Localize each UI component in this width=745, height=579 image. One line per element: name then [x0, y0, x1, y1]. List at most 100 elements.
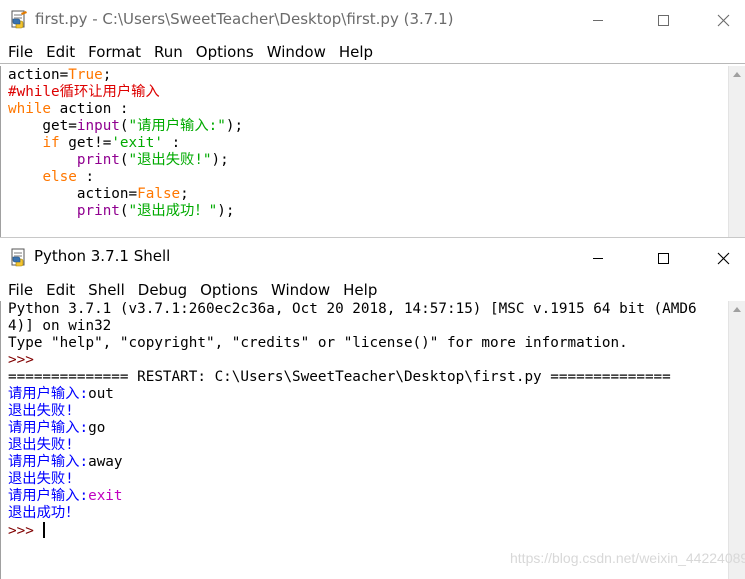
shell-line: 4)] on win32: [8, 318, 745, 335]
text-segment: print: [76, 152, 120, 168]
shell-line: 退出失败!: [8, 437, 745, 454]
shell-menu-file[interactable]: File: [3, 278, 41, 302]
shell-scrollbar[interactable]: [728, 301, 745, 579]
shell-line: 退出失败!: [8, 471, 745, 488]
shell-line: Type "help", "copyright", "credits" or "…: [8, 335, 745, 352]
text-segment: ;: [180, 186, 189, 202]
text-segment: :: [162, 135, 181, 151]
code-line: action=False;: [8, 186, 745, 203]
editor-scrollbar[interactable]: [728, 66, 745, 237]
shell-menu-debug[interactable]: Debug: [133, 278, 195, 302]
editor-menu-format[interactable]: Format: [83, 40, 149, 64]
shell-line: 退出成功！: [8, 505, 745, 522]
text-segment: 请用户输入:: [8, 454, 89, 470]
text-segment: Type "help", "copyright", "credits" or "…: [8, 335, 628, 351]
text-segment: #while循环让用户输入: [8, 84, 160, 100]
shell-close-button[interactable]: [700, 238, 745, 278]
editor-maximize-button[interactable]: [640, 0, 686, 40]
shell-line: Python 3.7.1 (v3.7.1:260ec2c36a, Oct 20 …: [8, 301, 745, 318]
editor-window: first.py - C:\Users\SweetTeacher\Desktop…: [0, 0, 745, 237]
text-segment: out: [88, 386, 114, 402]
shell-menu-edit[interactable]: Edit: [41, 278, 83, 302]
editor-code-area[interactable]: action=True; #while循环让用户输入 while action : …: [0, 66, 745, 237]
shell-maximize-button[interactable]: [640, 238, 686, 278]
code-line: while action :: [8, 101, 745, 118]
code-line: else :: [8, 169, 745, 186]
text-segment: >>>: [8, 352, 43, 368]
maximize-icon: [657, 14, 669, 26]
text-segment: (: [119, 152, 129, 168]
shell-line: 请用户输入:go: [8, 420, 745, 437]
shell-line: 请用户输入:exit: [8, 488, 745, 505]
text-segment: (: [119, 118, 129, 134]
shell-titlebar[interactable]: Python 3.7.1 Shell: [0, 238, 745, 278]
editor-menu-run[interactable]: Run: [149, 40, 191, 64]
text-segment: False: [137, 186, 181, 202]
text-segment: [8, 152, 77, 168]
text-segment: [8, 203, 77, 219]
shell-menu-window[interactable]: Window: [266, 278, 338, 302]
text-segment: 退出成功！: [8, 505, 80, 521]
text-segment: 退出失败!: [8, 471, 74, 487]
shell-line: >>>: [8, 522, 745, 539]
editor-menu-file[interactable]: File: [3, 40, 41, 64]
shell-menu-help[interactable]: Help: [338, 278, 385, 302]
shell-menu-shell[interactable]: Shell: [83, 278, 133, 302]
text-segment: action :: [51, 101, 129, 117]
editor-title: first.py - C:\Users\SweetTeacher\Desktop…: [35, 10, 454, 28]
editor-close-button[interactable]: [700, 0, 745, 40]
watermark-text: https://blog.csdn.net/weixin_44224089: [510, 550, 745, 566]
text-segment: exit: [88, 488, 123, 504]
text-segment: );: [211, 152, 229, 168]
minimize-icon: [593, 19, 603, 21]
code-line: #while循环让用户输入: [8, 84, 745, 101]
close-icon: [717, 14, 729, 26]
text-segment: [8, 135, 42, 151]
editor-menu-options[interactable]: Options: [191, 40, 262, 64]
shell-title: Python 3.7.1 Shell: [34, 247, 171, 265]
scroll-up-arrow-icon[interactable]: [733, 72, 741, 77]
code-line: action=True;: [8, 67, 745, 84]
text-segment: Python 3.7.1 (v3.7.1:260ec2c36a, Oct 20 …: [8, 301, 697, 317]
text-segment: >>>: [8, 523, 43, 539]
code-line: get=input("请用户输入:");: [8, 118, 745, 135]
text-segment: go: [88, 420, 106, 436]
text-segment: away: [88, 454, 123, 470]
close-icon: [717, 252, 729, 264]
text-segment: action=: [8, 186, 138, 202]
text-segment: "退出成功！": [128, 203, 218, 219]
shell-menu-options[interactable]: Options: [195, 278, 266, 302]
text-cursor: [43, 522, 46, 538]
editor-minimize-button[interactable]: [575, 0, 621, 40]
text-segment: if: [42, 135, 60, 151]
text-segment: "请用户输入:": [128, 118, 226, 134]
text-segment: input: [76, 118, 120, 134]
python-shell-icon: [11, 248, 25, 267]
text-segment: while: [8, 101, 52, 117]
text-segment: [8, 169, 42, 185]
shell-line: 退出失败!: [8, 403, 745, 420]
maximize-icon: [657, 252, 669, 264]
text-segment: get=: [8, 118, 77, 134]
editor-titlebar[interactable]: first.py - C:\Users\SweetTeacher\Desktop…: [0, 0, 745, 40]
shell-minimize-button[interactable]: [575, 238, 621, 278]
text-segment: 请用户输入:: [8, 386, 89, 402]
text-segment: "退出失败!": [128, 152, 212, 168]
text-segment: get!=: [59, 135, 112, 151]
shell-output-area[interactable]: Python 3.7.1 (v3.7.1:260ec2c36a, Oct 20 …: [0, 301, 745, 579]
text-segment: );: [217, 203, 235, 219]
editor-menu-edit[interactable]: Edit: [41, 40, 83, 64]
text-segment: ;: [102, 67, 112, 83]
text-segment: 4)] on win32: [8, 318, 112, 334]
scroll-up-arrow-icon[interactable]: [733, 307, 741, 312]
text-segment: ============== RESTART: C:\Users\SweetTe…: [8, 369, 671, 385]
editor-menu-window[interactable]: Window: [262, 40, 334, 64]
shell-line: ============== RESTART: C:\Users\SweetTe…: [8, 369, 745, 386]
text-segment: );: [225, 118, 244, 134]
minimize-icon: [593, 257, 603, 259]
code-line: if get!='exit' :: [8, 135, 745, 152]
code-line: print("退出成功！");: [8, 203, 745, 220]
editor-menu-help[interactable]: Help: [334, 40, 381, 64]
python-file-icon: [11, 10, 27, 29]
text-segment: 请用户输入:: [8, 420, 89, 436]
